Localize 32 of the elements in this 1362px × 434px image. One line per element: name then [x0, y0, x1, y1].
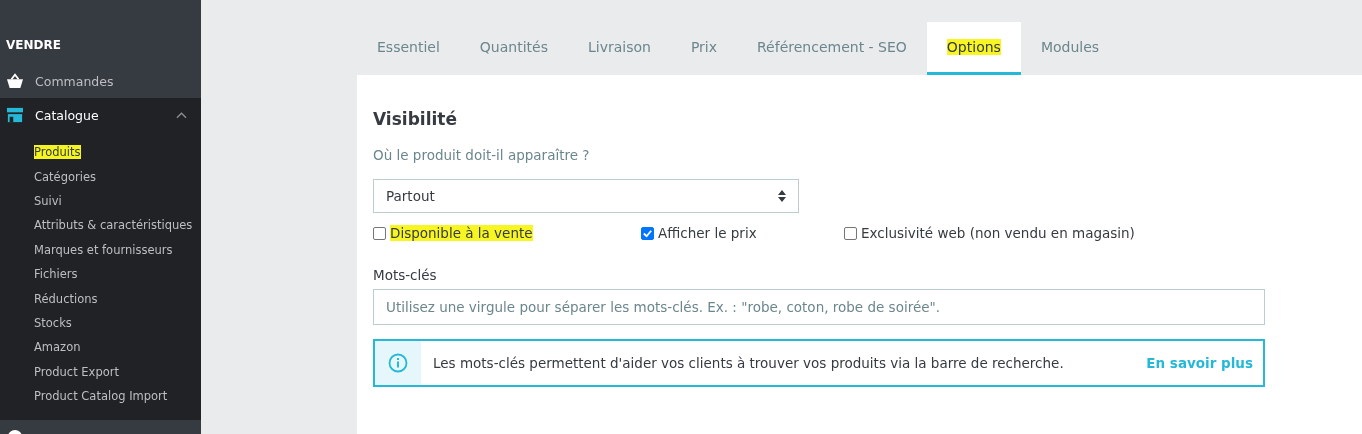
submenu-item[interactable]: Product Export — [34, 364, 119, 379]
submenu-item[interactable]: Catégories — [34, 169, 96, 184]
section-heading: Visibilité — [373, 109, 458, 129]
submenu-item[interactable]: Amazon — [34, 340, 81, 355]
submenu-item[interactable]: Attributs & caractéristiques — [34, 218, 193, 233]
submenu-item[interactable]: Marques et fournisseurs — [34, 242, 173, 257]
checkbox[interactable] — [641, 226, 654, 240]
submenu-item[interactable]: Réductions — [34, 291, 98, 306]
checkbox-label: Afficher le prix — [658, 225, 757, 241]
sidebar-item[interactable]: Catalogue — [0, 98, 201, 132]
keywords-input-field[interactable]: Utilisez une virgule pour séparer les mots-clés. Ex. : "robe, coton, robe de soirée". — [373, 289, 1265, 325]
checkbox[interactable] — [373, 226, 386, 240]
tab[interactable]: Options — [926, 22, 1021, 75]
info-text: Les mots-clés permettent d'aider vos clients à trouver vos produits via la barre de recherche. — [432, 355, 1065, 371]
section-title: VENDRE — [5, 37, 62, 54]
basket-icon — [6, 73, 24, 89]
submenu-item[interactable]: Product Catalog Import — [34, 389, 168, 404]
info-icon — [388, 353, 408, 373]
checkbox-label: Disponible à la vente — [390, 225, 533, 241]
checkbox-label: Exclusivité web (non vendu en magasin) — [861, 225, 1135, 241]
sort-arrows-icon — [778, 190, 786, 202]
field-label: Mots-clés — [373, 267, 438, 283]
visibility-dropdown[interactable]: Partout — [373, 179, 799, 213]
chevron-icon — [176, 111, 187, 119]
sidebar-item[interactable]: Commandes — [0, 64, 201, 98]
store-icon — [6, 107, 24, 123]
checkbox[interactable] — [844, 226, 857, 240]
submenu-item[interactable]: Fichiers — [34, 267, 78, 282]
submenu-item[interactable]: Produits — [34, 145, 81, 160]
submenu-item[interactable]: Stocks — [34, 315, 72, 330]
submenu-item[interactable]: Suivi — [34, 193, 62, 208]
field-label: Où le produit doit-il apparaître ? — [373, 147, 591, 163]
